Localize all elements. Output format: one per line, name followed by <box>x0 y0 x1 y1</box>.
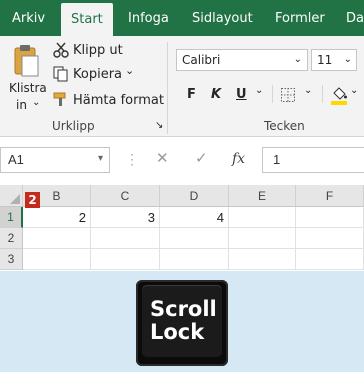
copy-icon <box>53 66 68 82</box>
cell-b2[interactable] <box>23 228 91 249</box>
tab-arkiv[interactable]: Arkiv <box>12 0 45 36</box>
fill-color-icon[interactable] <box>330 84 348 106</box>
ribbon-tab-bar: Arkiv Start Infoga Sidlayout Formler Da <box>0 0 364 36</box>
cell-f2[interactable] <box>296 228 364 249</box>
tab-data[interactable]: Da <box>346 0 364 36</box>
format-painter-icon <box>53 92 66 106</box>
row-header-2[interactable]: 2 <box>0 228 23 249</box>
tab-formler[interactable]: Formler <box>275 0 325 36</box>
column-header-c[interactable]: C <box>91 185 160 207</box>
paste-dropdown-icon[interactable]: ⌄ <box>32 97 40 108</box>
format-painter-button[interactable]: Hämta format <box>73 93 164 108</box>
cell-f3[interactable] <box>296 249 364 270</box>
column-header-f[interactable]: F <box>296 185 364 207</box>
clipboard-group-label: Urklipp <box>52 119 95 133</box>
underline-button[interactable]: U <box>236 87 247 102</box>
borders-icon[interactable] <box>281 88 295 102</box>
name-box[interactable]: A1 ▾ <box>0 147 110 173</box>
paste-label[interactable]: Klistra <box>9 81 47 95</box>
group-separator <box>167 42 168 134</box>
formula-input[interactable]: 1 <box>262 147 364 173</box>
key-label-line1: Scroll <box>150 297 217 321</box>
borders-dropdown-icon[interactable]: ⌄ <box>304 85 312 96</box>
font-separator-2 <box>322 85 323 103</box>
font-group-label: Tecken <box>264 119 305 133</box>
scroll-lock-keycap: Scroll Lock <box>142 285 222 357</box>
clipboard-launcher-icon[interactable]: ↘ <box>155 120 163 131</box>
cell-d1[interactable]: 4 <box>160 207 229 228</box>
cell-d3[interactable] <box>160 249 229 270</box>
cell-c1[interactable]: 3 <box>91 207 160 228</box>
select-all-icon <box>10 194 20 204</box>
cell-c3[interactable] <box>91 249 160 270</box>
cell-f1[interactable] <box>296 207 364 228</box>
font-size-dropdown-icon[interactable]: ⌄ <box>344 50 352 70</box>
font-separator <box>272 85 273 103</box>
copy-dropdown-icon[interactable]: ⌄ <box>125 64 134 77</box>
paste-label-2[interactable]: in <box>16 98 27 112</box>
tab-sidlayout[interactable]: Sidlayout <box>192 0 253 36</box>
formula-value: 1 <box>273 152 281 167</box>
column-header-d[interactable]: D <box>160 185 229 207</box>
font-name-dropdown-icon[interactable]: ⌄ <box>294 50 302 70</box>
underline-dropdown-icon[interactable]: ⌄ <box>255 85 263 96</box>
paste-button[interactable] <box>12 44 40 78</box>
cell-c2[interactable] <box>91 228 160 249</box>
formula-bar-grip-icon: ⋮ <box>125 151 139 167</box>
bold-button[interactable]: F <box>187 87 196 102</box>
select-all-corner[interactable] <box>0 185 23 207</box>
step-badge: 2 <box>25 192 40 208</box>
font-size-input[interactable]: 11 ⌄ <box>311 49 357 71</box>
scissors-icon <box>53 42 69 58</box>
ribbon: Klistra in ⌄ Klipp ut Kopiera ⌄ Hämta fo… <box>0 36 364 137</box>
name-box-dropdown-icon[interactable]: ▾ <box>98 147 103 171</box>
tab-infoga[interactable]: Infoga <box>128 0 169 36</box>
cancel-button[interactable]: ✕ <box>156 149 169 167</box>
cell-e3[interactable] <box>229 249 296 270</box>
scroll-lock-key: Scroll Lock <box>136 280 228 366</box>
insert-function-button[interactable]: fx <box>232 151 245 167</box>
fill-color-dropdown-icon[interactable]: ⌄ <box>350 85 358 96</box>
row-header-1[interactable]: 1 <box>0 207 23 228</box>
copy-button[interactable]: Kopiera <box>73 67 122 82</box>
paste-icon <box>14 45 39 77</box>
tab-start[interactable]: Start <box>61 3 113 36</box>
formula-bar: A1 ▾ ⋮ ✕ ✓ fx 1 <box>0 137 364 185</box>
cell-e2[interactable] <box>229 228 296 249</box>
cell-b1[interactable]: 2 <box>23 207 91 228</box>
cell-e1[interactable] <box>229 207 296 228</box>
font-name-value: Calibri <box>182 53 221 67</box>
name-box-value: A1 <box>8 152 24 167</box>
cell-d2[interactable] <box>160 228 229 249</box>
column-header-e[interactable]: E <box>229 185 296 207</box>
key-label-line2: Lock <box>150 320 205 344</box>
cell-b3[interactable] <box>23 249 91 270</box>
key-illustration-area: Scroll Lock <box>0 271 364 372</box>
font-size-value: 11 <box>317 53 333 67</box>
spreadsheet-grid: B C D E F 1 2 3 2 3 4 2 <box>0 185 364 271</box>
row-header-3[interactable]: 3 <box>0 249 23 270</box>
font-name-input[interactable]: Calibri ⌄ <box>176 49 308 71</box>
enter-button[interactable]: ✓ <box>195 149 208 167</box>
cut-button[interactable]: Klipp ut <box>73 43 123 58</box>
italic-button[interactable]: K <box>211 87 221 102</box>
